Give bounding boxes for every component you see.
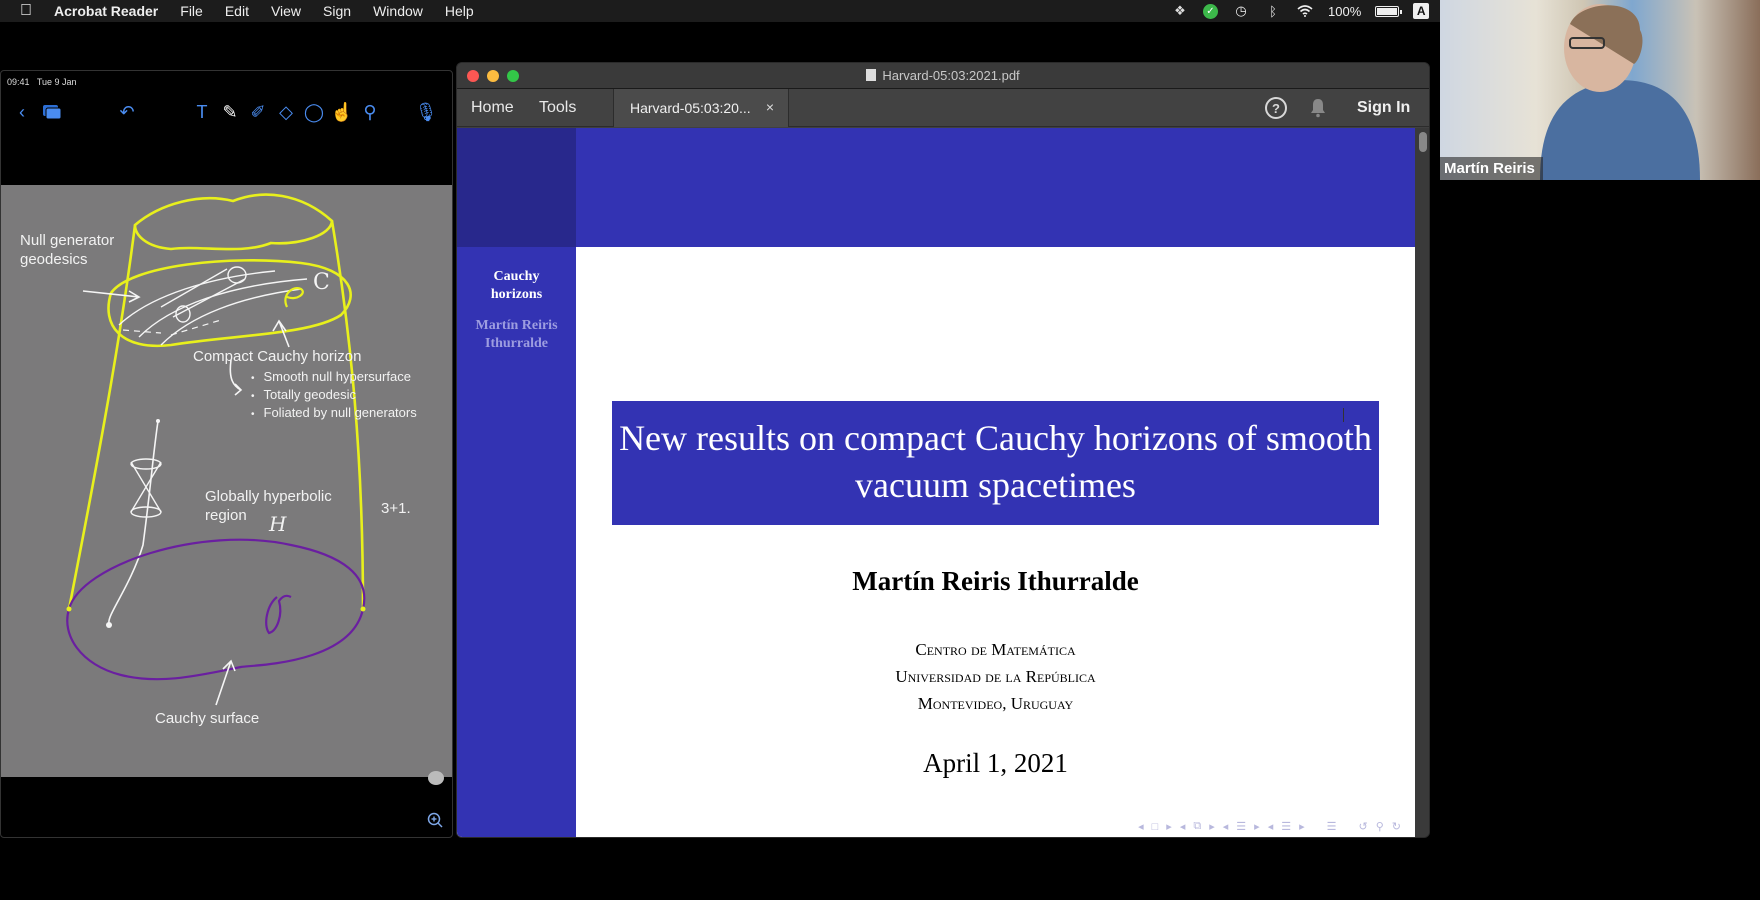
region-symbol: H — [269, 512, 287, 536]
acrobat-window: Harvard-05:03:2021.pdf Home Tools Harvar… — [456, 62, 1430, 838]
nav-next-part-icon[interactable]: ▸ — [1299, 820, 1305, 833]
affiliation-line: Centro de Matemática — [915, 640, 1076, 659]
text-tool-icon[interactable]: T — [191, 101, 213, 123]
label-null-generator-geodesics: Null generator geodesics — [20, 232, 115, 268]
property-item: Totally geodesic — [251, 387, 417, 405]
handwritten-notes-canvas[interactable]: Null generator geodesics C Compact Cauch… — [1, 185, 452, 777]
lasso-icon[interactable]: ◯ — [303, 101, 325, 123]
menu-file[interactable]: File — [180, 3, 203, 19]
help-icon[interactable]: ? — [1265, 97, 1287, 119]
tab-tools[interactable]: Tools — [539, 99, 576, 117]
canvas-scroll-knob[interactable] — [428, 771, 444, 785]
highlighter-icon[interactable]: ✐ — [247, 101, 269, 123]
battery-icon[interactable] — [1375, 5, 1403, 17]
bluetooth-icon[interactable]: ᛒ — [1264, 2, 1282, 20]
pen-tool-icon[interactable]: ✎ — [219, 101, 241, 123]
battery-percent: 100% — [1328, 3, 1362, 19]
undo-icon[interactable]: ↶ — [116, 101, 138, 123]
label-cauchy-surface: Cauchy surface — [155, 710, 260, 727]
nav-back-icon[interactable]: ↺ — [1359, 820, 1368, 833]
affiliation-line: Montevideo, Uruguay — [917, 694, 1074, 713]
microphone-icon[interactable]: 🎙︎ — [415, 101, 438, 123]
spacetime-diagram — [66, 193, 366, 706]
nav-prev-subsection-icon[interactable]: ◂ — [1180, 820, 1186, 833]
ipad-mirror-panel: 09:41 Tue 9 Jan ‹ ↶ T ✎ ✐ ◇ ◯ ☝ ⚲ 🎙︎ Nul… — [0, 70, 453, 838]
nav-prev-part-icon[interactable]: ◂ — [1268, 820, 1274, 833]
nav-prev-frame-icon[interactable]: ◂ — [1138, 820, 1144, 833]
menu-sign[interactable]: Sign — [323, 3, 351, 19]
horizon-properties-list: Smooth null hypersurface Totally geodesi… — [251, 369, 417, 423]
nav-section-icon[interactable]: ☰ — [1236, 820, 1246, 833]
apple-menu-icon[interactable]:  — [20, 2, 38, 20]
nav-document-icon[interactable]: ☰ — [1327, 820, 1337, 833]
back-chevron-icon[interactable]: ‹ — [11, 101, 33, 123]
ipad-time: 09:41 — [7, 77, 30, 87]
tab-home[interactable]: Home — [471, 99, 514, 117]
nav-frame-icon[interactable]: □ — [1152, 821, 1159, 833]
zoom-in-icon[interactable] — [424, 809, 446, 831]
pdf-document-icon — [866, 69, 877, 81]
nav-subsection-icon[interactable]: ⧉ — [1193, 820, 1201, 833]
pdf-page[interactable]: Cauchy horizons Martín Reiris Ithurralde… — [457, 128, 1415, 837]
slide-title: New results on compact Cauchy horizons o… — [619, 418, 1372, 505]
menu-edit[interactable]: Edit — [225, 3, 249, 19]
wifi-icon[interactable] — [1296, 2, 1314, 20]
menu-app-name[interactable]: Acrobat Reader — [54, 3, 158, 19]
webcam-video-tile: Martín Reiris — [1440, 0, 1760, 180]
sign-in-button[interactable]: Sign In — [1357, 99, 1410, 117]
label-compact-cauchy-horizon: Compact Cauchy horizon — [193, 348, 362, 365]
property-item: Foliated by null generators — [251, 405, 417, 423]
eraser-icon[interactable]: ◇ — [275, 101, 297, 123]
nav-search-icon[interactable]: ⚲ — [1376, 820, 1384, 833]
slide-affiliation: Centro de Matemática Universidad de la R… — [576, 636, 1415, 717]
slide-date: April 1, 2021 — [923, 748, 1068, 778]
slide-author: Martín Reiris Ithurralde — [852, 566, 1139, 596]
vertical-scrollbar[interactable] — [1415, 128, 1429, 837]
window-title: Harvard-05:03:2021.pdf — [457, 68, 1429, 83]
laser-pointer-icon[interactable]: ⚲ — [359, 101, 381, 123]
horizon-symbol: C — [313, 270, 330, 295]
input-source-icon[interactable]: A — [1413, 3, 1430, 19]
hand-tool-icon[interactable]: ☝ — [331, 101, 353, 123]
pages-icon[interactable] — [41, 101, 63, 123]
beamer-navigation-bar: ◂ □ ▸ ◂ ⧉ ▸ ◂ ☰ ▸ ◂ ☰ ▸ ☰ ↺ ⚲ ↻ — [1138, 820, 1401, 833]
nav-forward-icon[interactable]: ↻ — [1392, 820, 1401, 833]
beamer-sidebar-head — [457, 128, 576, 247]
affiliation-line: Universidad de la República — [895, 667, 1096, 686]
participant-video — [1540, 4, 1700, 180]
window-title-text: Harvard-05:03:2021.pdf — [882, 68, 1020, 83]
sidebar-presentation-title[interactable]: Cauchy horizons — [457, 268, 576, 304]
scrollbar-thumb[interactable] — [1419, 132, 1427, 152]
nav-next-frame-icon[interactable]: ▸ — [1166, 820, 1172, 833]
beamer-headline-band — [576, 128, 1415, 247]
ipad-toolbar: ‹ ↶ T ✎ ✐ ◇ ◯ ☝ ⚲ 🎙︎ — [1, 91, 452, 135]
time-machine-icon[interactable]: ◷ — [1232, 2, 1250, 20]
window-titlebar: Harvard-05:03:2021.pdf — [457, 63, 1429, 89]
ipad-status-bar: 09:41 Tue 9 Jan — [7, 77, 77, 87]
property-item: Smooth null hypersurface — [251, 369, 417, 387]
acrobat-tab-bar: Home Tools Harvard-05:03:20... × ? Sign … — [457, 89, 1429, 127]
dimension-note: 3+1. — [381, 500, 411, 517]
notifications-bell-icon[interactable] — [1309, 98, 1327, 118]
beamer-sidebar: Cauchy horizons Martín Reiris Ithurralde — [457, 128, 576, 837]
slide-title-box: New results on compact Cauchy horizons o… — [612, 401, 1379, 525]
nav-prev-section-icon[interactable]: ◂ — [1223, 820, 1229, 833]
document-tab[interactable]: Harvard-05:03:20... × — [613, 89, 789, 127]
menu-view[interactable]: View — [271, 3, 301, 19]
menu-help[interactable]: Help — [445, 3, 474, 19]
document-tab-label: Harvard-05:03:20... — [630, 100, 751, 116]
nav-next-subsection-icon[interactable]: ▸ — [1209, 820, 1215, 833]
sidebar-author: Martín Reiris Ithurralde — [475, 318, 558, 351]
menu-window[interactable]: Window — [373, 3, 423, 19]
nav-part-icon[interactable]: ☰ — [1281, 820, 1291, 833]
close-tab-icon[interactable]: × — [766, 99, 774, 115]
sync-check-icon[interactable]: ✓ — [1203, 3, 1218, 19]
ipad-date: Tue 9 Jan — [36, 77, 77, 87]
dropbox-icon[interactable]: ❖ — [1171, 2, 1189, 20]
nav-next-section-icon[interactable]: ▸ — [1254, 820, 1260, 833]
participant-name: Martín Reiris — [1440, 157, 1543, 180]
text-cursor-icon — [1343, 408, 1349, 422]
